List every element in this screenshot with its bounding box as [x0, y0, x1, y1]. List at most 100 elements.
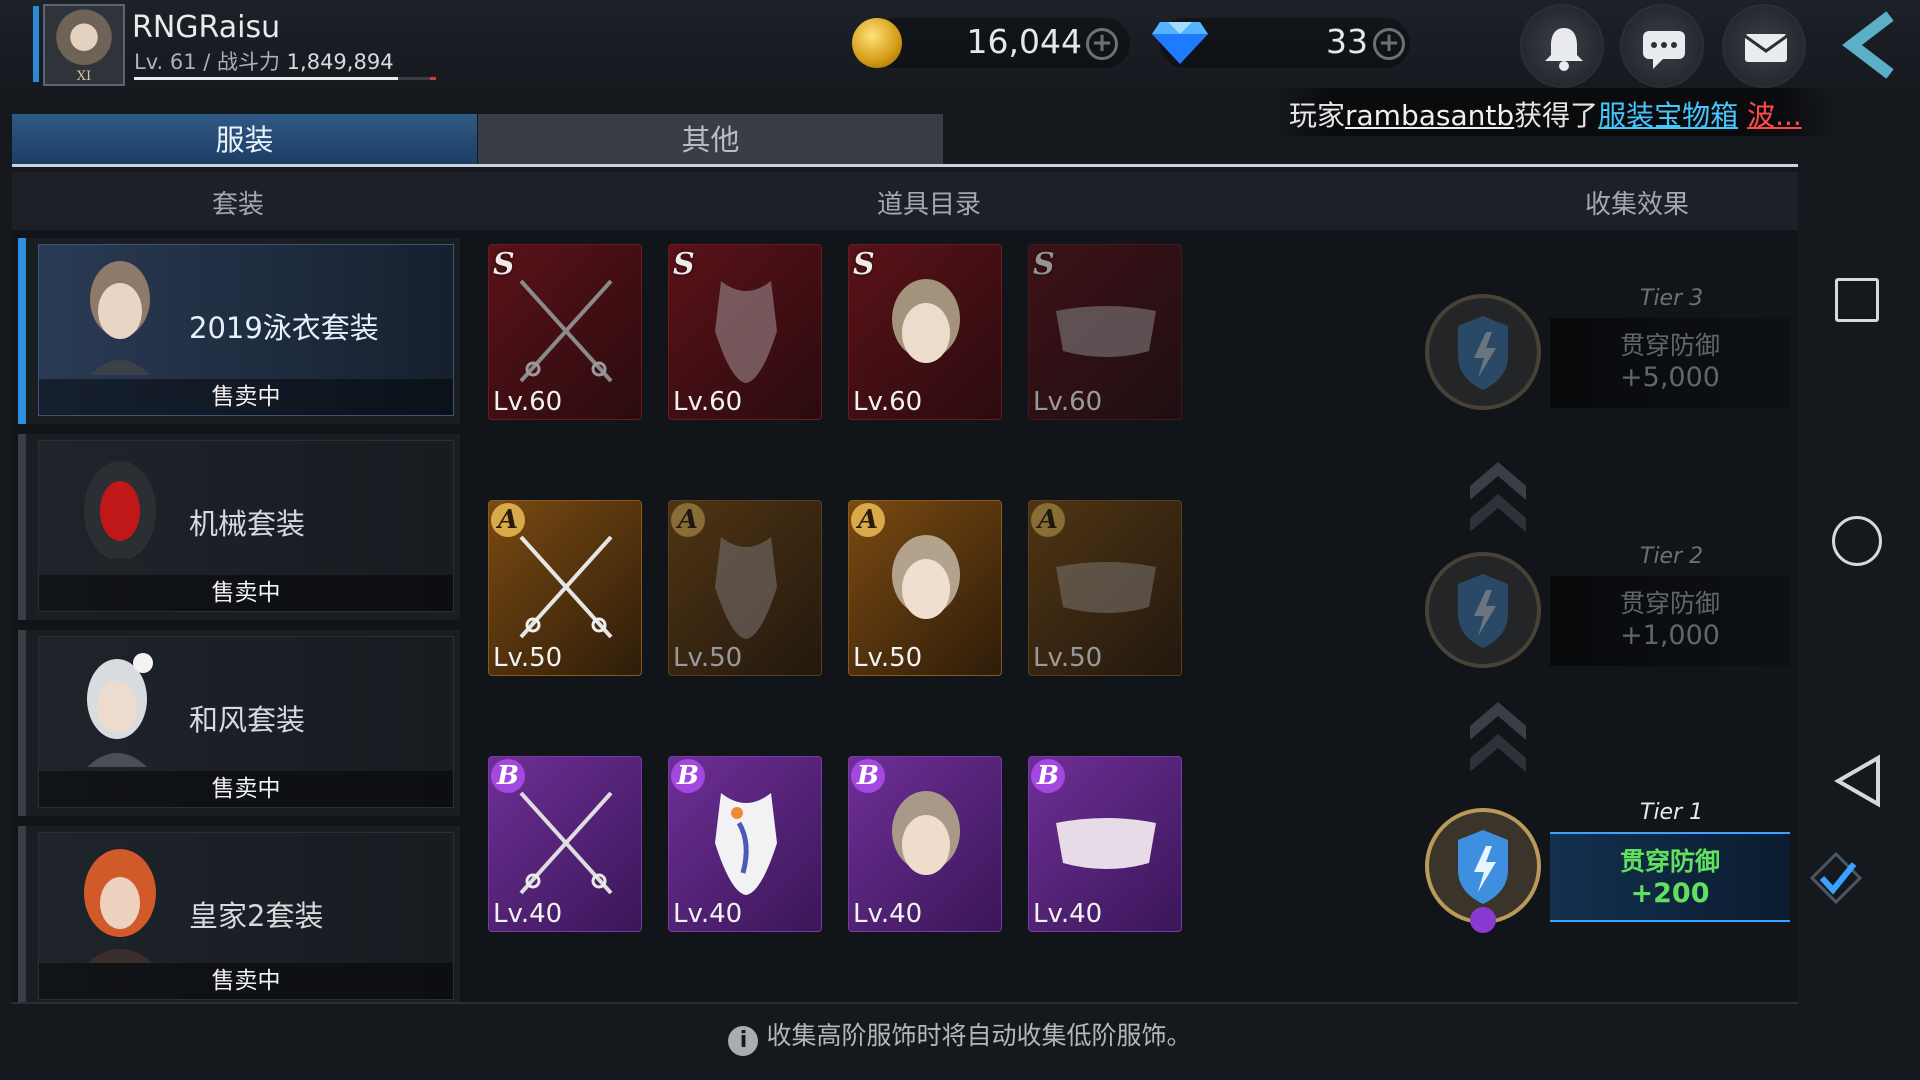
recent-apps-button[interactable] — [1835, 278, 1879, 322]
item-card-a-swimsuit[interactable]: A Lv.50 — [668, 500, 822, 676]
player-avatar[interactable]: XI — [43, 4, 125, 86]
item-level: Lv.60 — [673, 387, 743, 417]
tier-2-effect: Tier 2 贯穿防御 +1,000 — [1410, 540, 1790, 700]
red-helmet-portrait-icon — [84, 461, 156, 571]
set-item-swimsuit[interactable]: 2019泳衣套装 售卖中 — [18, 238, 460, 424]
hairstyle-icon — [892, 791, 960, 875]
tier-label: Tier 2 — [1640, 544, 1704, 569]
set-selection-bar — [18, 238, 26, 424]
ticker-player[interactable]: rambasantb — [1345, 99, 1514, 132]
profile-accent-bar — [33, 6, 39, 82]
tab-costume[interactable]: 服装 — [12, 114, 477, 166]
item-card-a-swords[interactable]: A Lv.50 — [488, 500, 642, 676]
footer-note-text: 收集高阶服饰时将自动收集低阶服饰。 — [766, 1021, 1192, 1050]
item-card-a-hair[interactable]: A Lv.50 — [848, 500, 1002, 676]
set-name: 机械套装 — [189, 507, 306, 541]
set-card: 皇家2套装 售卖中 — [38, 832, 454, 1000]
mail-icon — [1744, 34, 1788, 62]
shield-medal-icon — [1425, 552, 1541, 668]
item-card-b-swords[interactable]: B Lv.40 — [488, 756, 642, 932]
set-card: 和风套装 售卖中 — [38, 636, 454, 808]
item-card-s-swimsuit[interactable]: S Lv.60 — [668, 244, 822, 420]
gold-value: 16,044 — [966, 22, 1082, 61]
hairstyle-icon — [892, 535, 960, 619]
set-card: 机械套装 售卖中 — [38, 440, 454, 612]
header-items: 道具目录 — [877, 190, 982, 220]
ticker-more[interactable]: 波... — [1747, 99, 1802, 132]
mail-button[interactable] — [1722, 4, 1806, 88]
set-selection-bar — [18, 630, 26, 816]
set-item-japanese[interactable]: 和风套装 售卖中 — [18, 630, 460, 816]
player-level-text: Lv. 61 / 战斗力 — [134, 50, 287, 74]
set-name: 2019泳衣套装 — [189, 311, 379, 345]
set-name: 和风套装 — [189, 703, 306, 737]
set-status: 售卖中 — [39, 379, 453, 415]
add-gold-button[interactable]: + — [1086, 28, 1118, 60]
item-level: Lv.60 — [1033, 387, 1103, 417]
item-level: Lv.50 — [673, 643, 743, 673]
item-level: Lv.60 — [853, 387, 923, 417]
footer-divider — [12, 1002, 1798, 1004]
lace-top-icon — [1056, 818, 1156, 869]
header-effect: 收集效果 — [1585, 190, 1690, 220]
item-card-a-top[interactable]: A Lv.50 — [1028, 500, 1182, 676]
tier-value: +1,000 — [1620, 620, 1720, 651]
tab-underline — [12, 164, 1798, 167]
item-level: Lv.40 — [853, 899, 923, 929]
tier-value: +5,000 — [1620, 362, 1720, 393]
player-name: RNGRaisu — [132, 10, 281, 45]
item-level: Lv.50 — [493, 643, 563, 673]
item-card-s-hair[interactable]: S Lv.60 — [848, 244, 1002, 420]
checkmark-icon — [1809, 851, 1863, 905]
exp-bar-marker — [430, 77, 436, 80]
crossed-swords-icon — [519, 535, 613, 639]
item-card-s-swords[interactable]: S Lv.60 — [488, 244, 642, 420]
item-card-b-top[interactable]: B Lv.40 — [1028, 756, 1182, 932]
white-hair-portrait-icon — [87, 653, 153, 767]
set-status: 售卖中 — [39, 963, 453, 999]
ticker-item[interactable]: 服装宝物箱 — [1598, 99, 1738, 132]
item-level: Lv.60 — [493, 387, 563, 417]
tier-stat: 贯穿防御 — [1619, 589, 1720, 618]
item-level: Lv.40 — [493, 899, 563, 929]
chat-icon — [1643, 31, 1685, 69]
set-name: 皇家2套装 — [189, 899, 324, 933]
character-portrait-icon — [90, 261, 150, 375]
item-card-b-hair[interactable]: B Lv.40 — [848, 756, 1002, 932]
set-status: 售卖中 — [39, 771, 453, 807]
item-card-b-swimsuit[interactable]: B Lv.40 — [668, 756, 822, 932]
info-icon: i — [728, 1026, 759, 1056]
header-set: 套装 — [212, 190, 265, 220]
item-level: Lv.50 — [853, 643, 923, 673]
tier-stat-box: 贯穿防御 +200 — [1550, 832, 1790, 922]
set-item-royal2[interactable]: 皇家2套装 售卖中 — [18, 826, 460, 1002]
player-level-power: Lv. 61 / 战斗力 1,849,894 — [134, 46, 394, 76]
diamond-icon — [1150, 14, 1210, 68]
notification-button[interactable] — [1520, 4, 1604, 88]
swimsuit-icon — [715, 281, 777, 383]
back-button[interactable] — [1830, 10, 1910, 80]
back-arrow-icon — [1842, 11, 1894, 79]
tier-label: Tier 1 — [1640, 800, 1704, 825]
gold-coin-icon — [852, 18, 902, 68]
announcement-ticker[interactable]: 玩家rambasantb获得了服装宝物箱 波... — [1275, 88, 1835, 136]
ticker-middle: 获得了 — [1514, 99, 1599, 132]
exp-bar-fill — [134, 77, 398, 80]
item-card-s-top[interactable]: S Lv.60 — [1028, 244, 1182, 420]
item-level: Lv.40 — [673, 899, 743, 929]
tab-other[interactable]: 其他 — [478, 114, 943, 166]
chat-button[interactable] — [1620, 4, 1704, 88]
tier-stat: 贯穿防御 — [1619, 331, 1720, 360]
crossed-swords-icon — [519, 279, 613, 383]
tier-3-effect: Tier 3 贯穿防御 +5,000 — [1410, 282, 1790, 442]
home-button[interactable] — [1832, 516, 1882, 566]
nav-back-icon[interactable] — [1834, 754, 1882, 808]
gem-value: 33 — [1326, 22, 1368, 61]
ticker-prefix: 玩家 — [1289, 99, 1346, 132]
chevron-up-icon — [1470, 702, 1526, 772]
add-gem-button[interactable]: + — [1373, 28, 1405, 60]
set-item-mech[interactable]: 机械套装 售卖中 — [18, 434, 460, 620]
player-power: 1,849,894 — [286, 50, 394, 74]
exp-bar — [134, 77, 434, 80]
set-selection-bar — [18, 434, 26, 620]
